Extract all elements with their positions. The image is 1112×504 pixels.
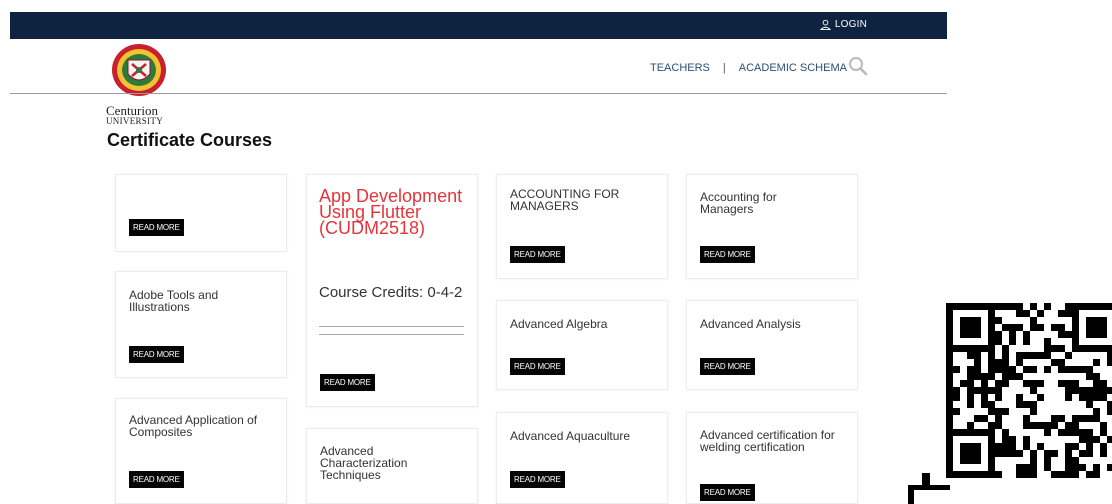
- read-more-button[interactable]: READ MORE: [320, 374, 375, 391]
- header-divider: [10, 93, 947, 94]
- course-title[interactable]: ACCOUNTING FOR MANAGERS: [510, 188, 650, 212]
- logo-subtitle: UNIVERSITY: [106, 116, 163, 126]
- course-title[interactable]: Advanced Aquaculture: [510, 430, 650, 442]
- qr-code-icon: [908, 303, 1112, 504]
- course-card: Advanced Analysis READ MORE: [686, 300, 858, 390]
- nav-separator: |: [722, 62, 726, 74]
- read-more-button[interactable]: READ MORE: [129, 219, 184, 236]
- course-card: READ MORE: [115, 174, 287, 252]
- featured-course-card: App Development Using Flutter (CUDM2518)…: [306, 174, 478, 407]
- course-card: Advanced certification for welding certi…: [686, 412, 858, 504]
- user-icon: [819, 19, 831, 30]
- course-card: Advanced Application of Composites READ …: [115, 398, 287, 504]
- university-emblem-icon: [112, 44, 166, 96]
- search-icon[interactable]: [848, 56, 868, 76]
- read-more-button[interactable]: READ MORE: [700, 484, 755, 501]
- course-title[interactable]: Advanced Analysis: [700, 318, 840, 330]
- divider: [319, 334, 464, 335]
- course-card: Advanced Characterization Techniques: [306, 428, 478, 504]
- course-title[interactable]: Advanced certification for welding certi…: [700, 429, 845, 453]
- nav-item-academic-schema[interactable]: ACADEMIC SCHEMA: [739, 62, 847, 74]
- read-more-button[interactable]: READ MORE: [129, 471, 184, 488]
- course-card: Accounting for Managers READ MORE: [686, 174, 858, 279]
- login-link[interactable]: LOGIN: [819, 19, 867, 30]
- main-nav: TEACHERS | ACADEMIC SCHEMA: [650, 62, 847, 74]
- login-label: LOGIN: [834, 19, 867, 30]
- top-bar: LOGIN: [10, 12, 947, 39]
- course-title[interactable]: Advanced Algebra: [510, 318, 650, 330]
- course-title[interactable]: Advanced Characterization Techniques: [320, 445, 440, 481]
- course-card: ACCOUNTING FOR MANAGERS READ MORE: [496, 174, 668, 279]
- divider: [319, 326, 464, 327]
- course-title[interactable]: Advanced Application of Composites: [129, 414, 274, 438]
- read-more-button[interactable]: READ MORE: [510, 471, 565, 488]
- course-card: Adobe Tools and Illustrations READ MORE: [115, 271, 287, 378]
- read-more-button[interactable]: READ MORE: [700, 358, 755, 375]
- read-more-button[interactable]: READ MORE: [129, 346, 184, 363]
- course-title[interactable]: Accounting for Managers: [700, 191, 820, 215]
- read-more-button[interactable]: READ MORE: [510, 246, 565, 263]
- course-credits: Course Credits: 0-4-2: [319, 284, 463, 301]
- read-more-button[interactable]: READ MORE: [510, 358, 565, 375]
- nav-item-teachers[interactable]: TEACHERS: [650, 62, 710, 74]
- university-logo[interactable]: Centurion UNIVERSITY: [106, 42, 172, 126]
- course-title[interactable]: Adobe Tools and Illustrations: [129, 289, 269, 313]
- page-title: Certificate Courses: [107, 130, 273, 150]
- course-title[interactable]: App Development Using Flutter (CUDM2518): [319, 187, 469, 237]
- course-card: Advanced Aquaculture READ MORE: [496, 412, 668, 504]
- course-card: Advanced Algebra READ MORE: [496, 300, 668, 390]
- read-more-button[interactable]: READ MORE: [700, 246, 755, 263]
